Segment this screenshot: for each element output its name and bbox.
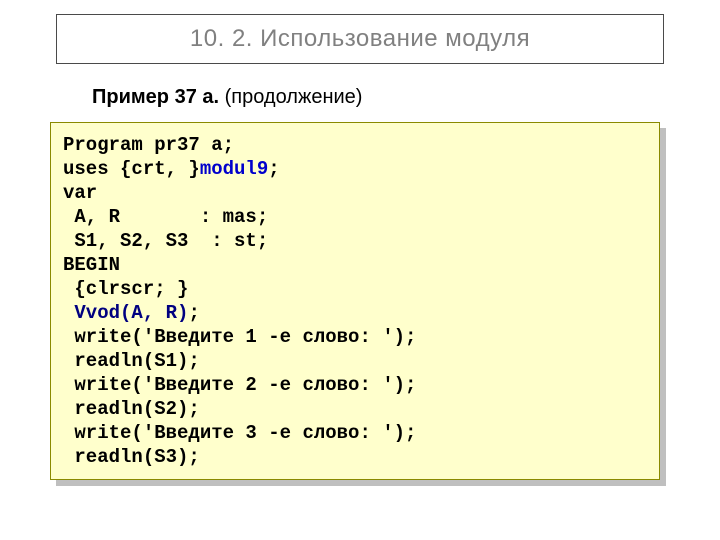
code-line xyxy=(63,302,74,324)
code-line: {clrscr; } xyxy=(63,278,188,300)
code-line: var xyxy=(63,182,97,204)
page-title: 10. 2. Использование модуля xyxy=(190,25,530,53)
code-line: readln(S2); xyxy=(63,398,200,420)
code-line: write('Введите 2 -е слово: '); xyxy=(63,374,416,396)
title-container: 10. 2. Использование модуля xyxy=(56,14,664,64)
code-block: Program pr37 a; uses {crt, }modul9; var … xyxy=(50,122,660,480)
code-line: write('Введите 3 -е слово: '); xyxy=(63,422,416,444)
code-line: ; xyxy=(188,302,199,324)
code-line: write('Введите 1 -е слово: '); xyxy=(63,326,416,348)
code-line: uses {crt, } xyxy=(63,158,200,180)
subtitle-bold: Пример 37 а. xyxy=(92,86,219,108)
code-line: S1, S2, S3 : st; xyxy=(63,230,268,252)
code-call: Vvod(A, R) xyxy=(74,302,188,324)
subtitle: Пример 37 а. (продолжение) xyxy=(92,86,362,109)
code-line: A, R : mas; xyxy=(63,206,268,228)
code-line: BEGIN xyxy=(63,254,120,276)
code-line: readln(S1); xyxy=(63,350,200,372)
code-keyword: modul9 xyxy=(200,158,268,180)
code-line: Program pr37 a; xyxy=(63,134,234,156)
code-line: readln(S3); xyxy=(63,446,200,468)
code-line: ; xyxy=(268,158,279,180)
subtitle-normal: (продолжение) xyxy=(219,86,362,108)
